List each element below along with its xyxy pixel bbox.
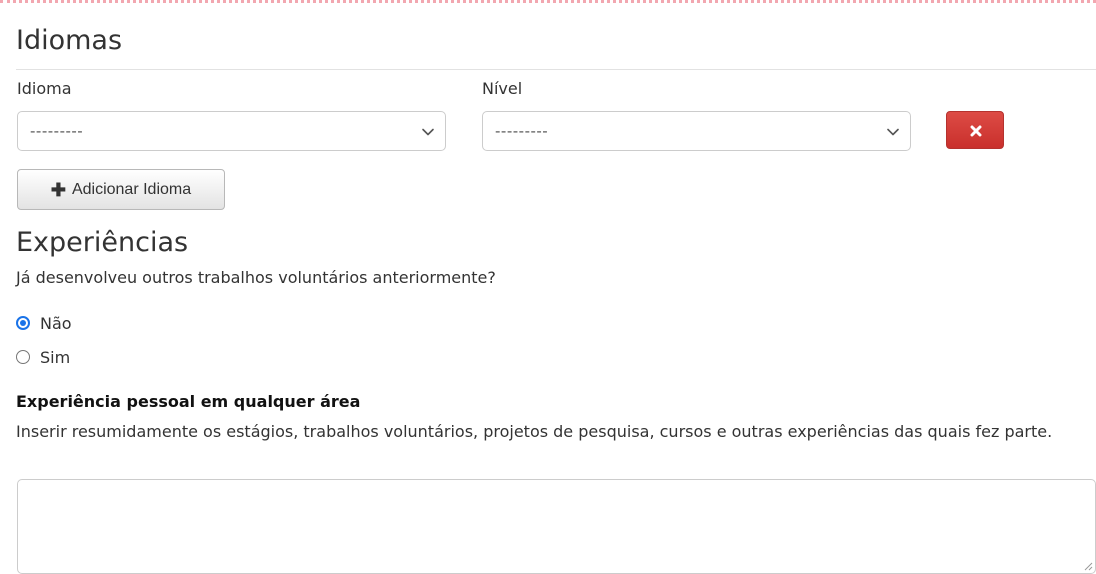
chevron-down-icon — [887, 128, 899, 136]
nivel-label: Nível — [482, 79, 523, 98]
radio-label-sim: Sim — [40, 347, 71, 367]
nivel-select[interactable]: --------- — [482, 111, 911, 151]
section-divider — [16, 69, 1096, 70]
resize-handle-icon[interactable] — [1083, 561, 1093, 571]
section-title-experiencias: Experiências — [16, 227, 189, 258]
chevron-down-icon — [422, 128, 434, 136]
idioma-label: Idioma — [17, 79, 72, 98]
radio-label-nao: Não — [40, 313, 72, 333]
personal-experience-textarea[interactable] — [17, 479, 1096, 574]
idioma-select[interactable]: --------- — [17, 111, 446, 151]
idioma-select-value: --------- — [30, 122, 84, 140]
add-idioma-label: Adicionar Idioma — [71, 180, 192, 198]
radio-option-sim[interactable]: Sim — [16, 345, 70, 369]
top-border — [0, 0, 1096, 3]
personal-experience-label: Experiência pessoal em qualquer área — [16, 392, 361, 411]
plus-icon: ✚ — [50, 179, 66, 200]
close-icon — [970, 125, 982, 137]
radio-button-unchecked[interactable] — [16, 350, 30, 364]
volunteer-question: Já desenvolveu outros trabalhos voluntár… — [16, 268, 496, 287]
nivel-select-value: --------- — [495, 122, 549, 140]
radio-button-checked[interactable] — [16, 316, 30, 330]
radio-option-nao[interactable]: Não — [16, 311, 72, 335]
add-idioma-button[interactable]: ✚ Adicionar Idioma — [17, 169, 225, 210]
personal-experience-help: Inserir resumidamente os estágios, traba… — [16, 422, 1053, 441]
remove-idioma-button[interactable] — [946, 111, 1004, 149]
section-title-idiomas: Idiomas — [16, 25, 123, 56]
